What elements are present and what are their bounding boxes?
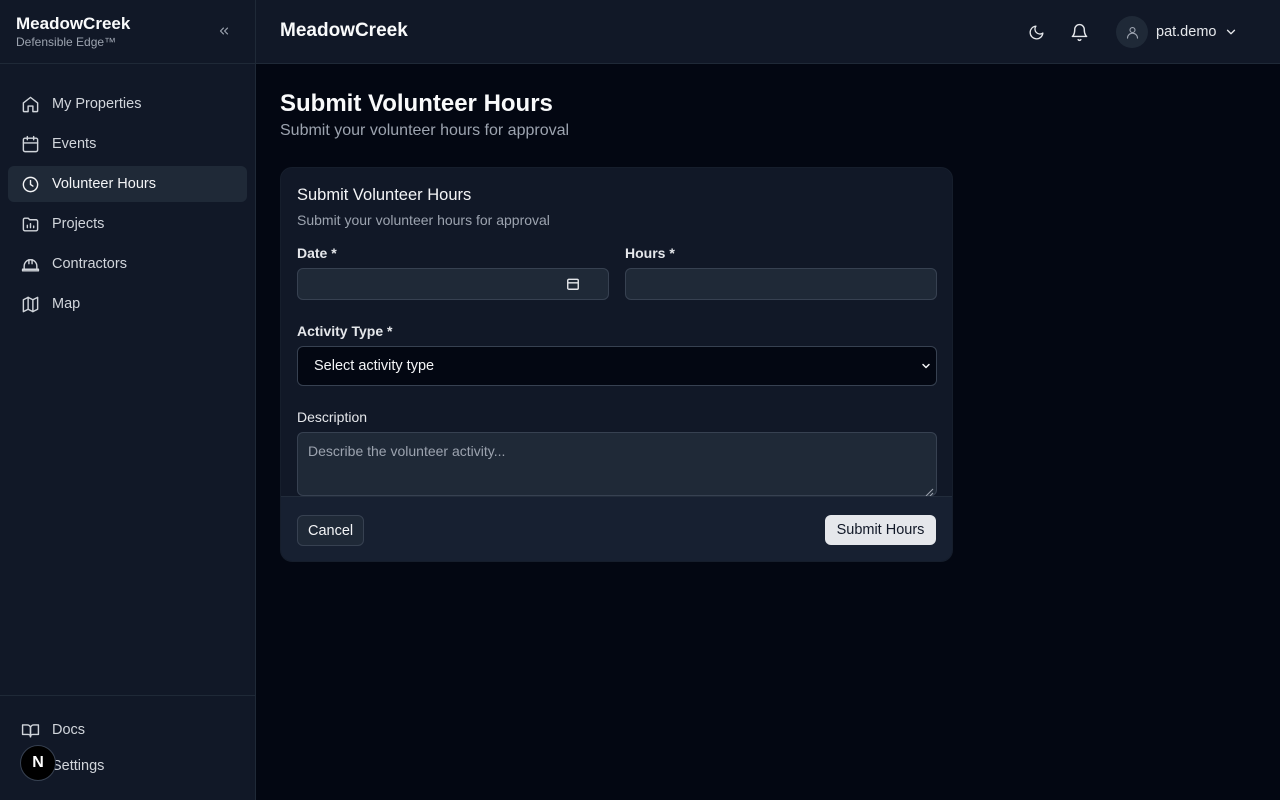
brand: MeadowCreek Defensible Edge™ [0, 0, 255, 64]
dev-tools-badge[interactable]: N [20, 745, 56, 781]
theme-toggle-button[interactable] [1026, 22, 1046, 42]
sidebar: MeadowCreek Defensible Edge™ My Properti… [0, 0, 256, 800]
chevron-down-icon [1224, 25, 1238, 39]
sidebar-item-label: Events [52, 136, 97, 152]
volunteer-hours-form-card: Submit Volunteer Hours Submit your volun… [280, 167, 953, 562]
activity-type-label: Activity Type * [297, 323, 393, 339]
top-header: MeadowCreek pat.demo [256, 0, 1280, 64]
sidebar-item-my-properties[interactable]: My Properties [8, 86, 247, 122]
sidebar-item-label: Contractors [52, 256, 127, 272]
date-input[interactable] [297, 268, 609, 300]
description-label: Description [297, 409, 368, 425]
bell-icon [1071, 23, 1087, 41]
notifications-button[interactable] [1069, 22, 1089, 42]
book-icon [20, 720, 40, 740]
hard-hat-icon [20, 254, 40, 274]
hours-label: Hours * [625, 245, 675, 261]
card-footer: Cancel Submit Hours [281, 496, 952, 561]
avatar [1116, 16, 1148, 48]
calendar-icon [20, 134, 40, 154]
badge-letter: N [32, 754, 44, 771]
chevron-down-icon [920, 360, 932, 372]
collapse-sidebar-button[interactable] [215, 22, 233, 40]
sidebar-item-contractors[interactable]: Contractors [8, 246, 247, 282]
resize-handle-icon[interactable] [924, 484, 934, 497]
sidebar-item-label: My Properties [52, 96, 142, 112]
folder-chart-icon [20, 214, 40, 234]
card-subtitle: Submit your volunteer hours for approval [297, 212, 550, 228]
sidebar-item-volunteer-hours[interactable]: Volunteer Hours [8, 166, 247, 202]
sidebar-item-label: Docs [52, 722, 86, 738]
clock-icon [20, 174, 40, 194]
sidebar-item-docs[interactable]: Docs [8, 712, 247, 748]
map-icon [20, 294, 40, 314]
activity-type-select[interactable]: Select activity type [297, 346, 937, 386]
brand-name: MeadowCreek [16, 14, 131, 33]
sidebar-item-label: Projects [52, 216, 105, 232]
cancel-button[interactable]: Cancel [297, 515, 365, 546]
user-menu[interactable]: pat.demo [1116, 16, 1238, 48]
brand-tagline: Defensible Edge™ [16, 35, 117, 49]
chevrons-left-icon [219, 27, 229, 35]
sidebar-item-projects[interactable]: Projects [8, 206, 247, 242]
page-heading: Submit Volunteer Hours Submit your volun… [280, 88, 569, 140]
sidebar-item-map[interactable]: Map [8, 286, 247, 322]
sidebar-item-label: Map [52, 296, 81, 312]
page-title: Submit Volunteer Hours [280, 90, 553, 117]
moon-icon [1029, 24, 1044, 39]
hours-input[interactable] [625, 268, 937, 300]
calendar-picker-icon[interactable] [566, 277, 580, 291]
sidebar-item-label: Volunteer Hours [52, 176, 156, 192]
date-label: Date * [297, 245, 337, 261]
card-title: Submit Volunteer Hours [297, 186, 472, 204]
activity-type-selected: Select activity type [314, 358, 435, 374]
header-title: MeadowCreek [280, 20, 408, 41]
user-icon [1126, 26, 1138, 39]
page-subtitle: Submit your volunteer hours for approval [280, 122, 570, 139]
sidebar-item-label: Settings [52, 758, 105, 774]
sidebar-item-events[interactable]: Events [8, 126, 247, 162]
user-name: pat.demo [1156, 24, 1217, 40]
description-textarea[interactable] [297, 432, 937, 496]
submit-hours-button[interactable]: Submit Hours [825, 515, 936, 545]
home-icon [20, 94, 40, 114]
sidebar-nav: My Properties Events Volunteer Hours Pro… [0, 64, 255, 322]
